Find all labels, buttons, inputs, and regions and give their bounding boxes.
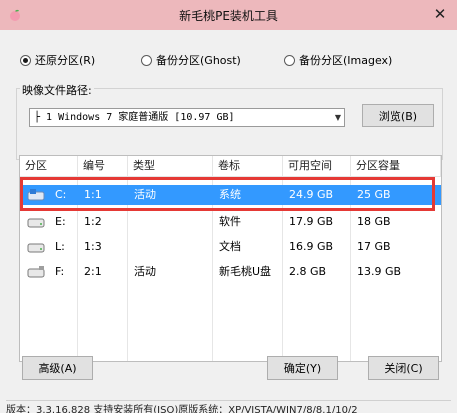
selection-highlight-annotation bbox=[20, 177, 435, 211]
main-panel: 还原分区(R) 备份分区(Ghost) 备份分区(Imagex) 映像文件路径:… bbox=[6, 30, 451, 413]
col-capacity[interactable]: 分区容量 bbox=[351, 156, 441, 176]
image-select[interactable]: ├ 1 Windows 7 家庭普通版 [10.97 GB] ▼ bbox=[29, 108, 345, 127]
radio-selected-icon bbox=[20, 54, 31, 66]
ok-button[interactable]: 确定(Y) bbox=[267, 356, 338, 380]
title-bar: 新毛桃PE装机工具 ✕ bbox=[0, 0, 457, 30]
col-free-space[interactable]: 可用空间 bbox=[283, 156, 351, 176]
hard-drive-icon bbox=[27, 218, 45, 228]
table-row[interactable]: L: 1:3 文档 16.9 GB 17 GB bbox=[20, 237, 441, 257]
window-title: 新毛桃PE装机工具 bbox=[179, 9, 278, 23]
table-header: 分区 编号 类型 卷标 可用空间 分区容量 bbox=[20, 156, 441, 177]
restore-partition-radio[interactable]: 还原分区(R) bbox=[20, 52, 95, 68]
image-path-label: 映像文件路径: bbox=[20, 82, 94, 98]
col-number[interactable]: 编号 bbox=[78, 156, 128, 176]
backup-imagex-radio[interactable]: 备份分区(Imagex) bbox=[284, 52, 392, 68]
browse-button[interactable]: 浏览(B) bbox=[362, 104, 434, 127]
table-row[interactable]: E: 1:2 软件 17.9 GB 18 GB bbox=[20, 212, 441, 232]
col-type[interactable]: 类型 bbox=[128, 156, 213, 176]
close-button[interactable]: 关闭(C) bbox=[368, 356, 439, 380]
advanced-button[interactable]: 高级(A) bbox=[22, 356, 93, 380]
image-select-value: ├ 1 Windows 7 家庭普通版 [10.97 GB] bbox=[34, 112, 235, 123]
window-close-button[interactable]: ✕ bbox=[428, 4, 452, 24]
radio-icon bbox=[284, 54, 295, 66]
backup-ghost-radio[interactable]: 备份分区(Ghost) bbox=[141, 52, 241, 68]
col-partition[interactable]: 分区 bbox=[20, 156, 78, 176]
hard-drive-icon bbox=[27, 243, 45, 253]
chevron-down-icon: ▼ bbox=[334, 113, 341, 122]
radio-icon bbox=[141, 54, 152, 66]
status-bar: 版本：3.3.16.828 支持安装所有(ISO)原版系统：XP/VISTA/W… bbox=[6, 400, 451, 413]
usb-drive-icon bbox=[27, 266, 45, 278]
table-row[interactable]: F: 2:1 活动 新毛桃U盘 2.8 GB 13.9 GB bbox=[20, 262, 441, 282]
col-label[interactable]: 卷标 bbox=[213, 156, 283, 176]
